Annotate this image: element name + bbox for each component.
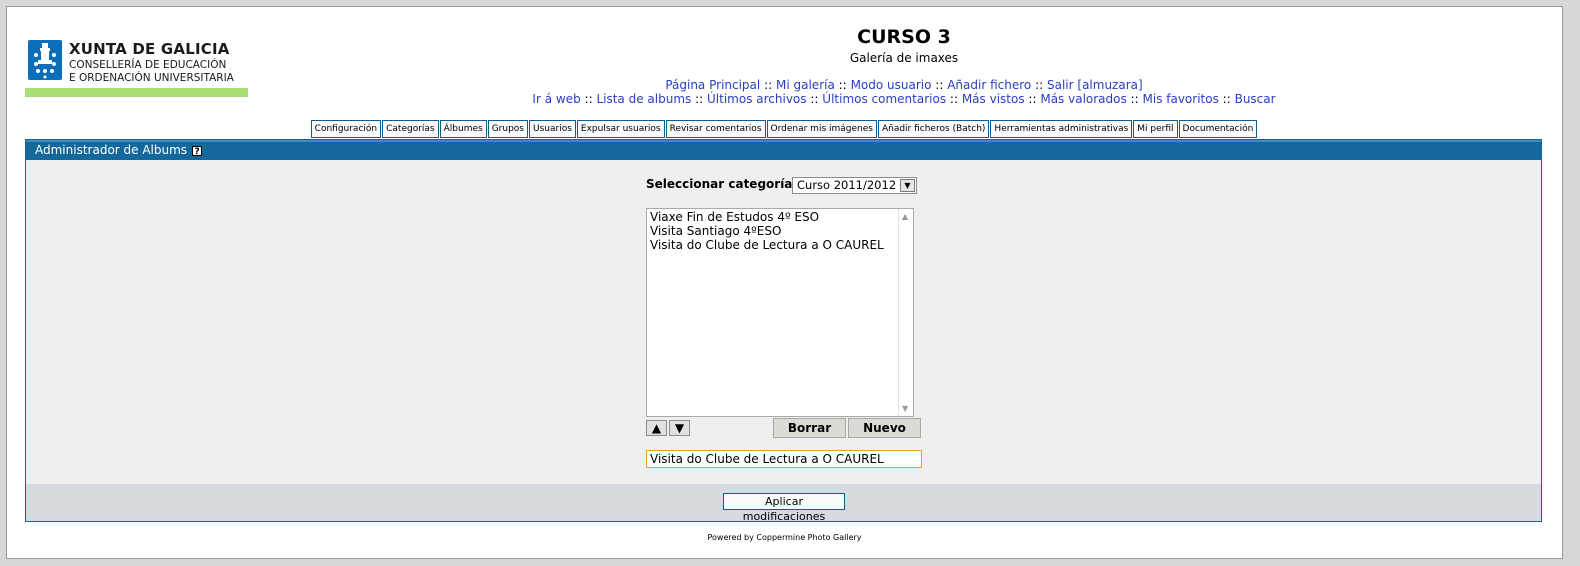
nav-link-last-comments[interactable]: Últimos comentarios <box>822 92 946 106</box>
admin-tab-my-profile[interactable]: Mi perfil <box>1133 120 1178 138</box>
album-listbox[interactable]: Viaxe Fin de Estudos 4º ESO Visita Santi… <box>646 208 914 417</box>
nav-separator: :: <box>1222 92 1231 106</box>
main-nav-row-1: Página Principal :: Mi galería :: Modo u… <box>307 78 1501 92</box>
admin-tab-config[interactable]: Configuración <box>310 120 382 138</box>
category-label: Seleccionar categoría <box>646 177 793 191</box>
admin-tab-admin-tools[interactable]: Herramientas administrativas <box>990 120 1133 138</box>
gallery-description: Galería de imaxes <box>849 51 959 65</box>
nav-link-home[interactable]: Página Principal <box>665 78 760 92</box>
logo-line-1: XUNTA DE GALICIA <box>69 40 230 58</box>
logo-line-2: CONSELLERÍA DE EDUCACIÓN <box>69 59 227 71</box>
move-down-button[interactable]: ▼ <box>669 420 690 436</box>
category-select[interactable]: Curso 2011/2012 ▼ <box>792 177 917 194</box>
album-name-input[interactable]: Visita do Clube de Lectura a O CAUREL <box>646 450 922 468</box>
galicia-shield-icon <box>28 40 62 80</box>
nav-separator: :: <box>1028 92 1037 106</box>
nav-separator: :: <box>764 78 773 92</box>
logo-underline <box>25 88 248 97</box>
admin-menu: Configuración Categorías Álbumes Grupos Usua… <box>7 120 1562 138</box>
album-list-item[interactable]: Visita Santiago 4ºESO <box>650 224 910 238</box>
album-manager-panel: Administrador de Albums? Seleccionar cat… <box>25 139 1542 523</box>
nav-link-my-gallery[interactable]: Mi galería <box>776 78 835 92</box>
category-select-value: Curso 2011/2012 <box>797 178 897 192</box>
scroll-down-icon[interactable]: ▼ <box>902 404 908 413</box>
nav-separator: :: <box>838 78 847 92</box>
panel-title: Administrador de Albums <box>35 143 188 157</box>
help-icon[interactable]: ? <box>192 145 203 157</box>
panel-header: Administrador de Albums? <box>26 140 1541 160</box>
admin-tab-groups[interactable]: Grupos <box>487 120 528 138</box>
move-up-button[interactable]: ▲ <box>646 420 667 436</box>
gallery-title: CURSO 3 <box>857 26 951 48</box>
admin-tab-docs[interactable]: Documentación <box>1178 120 1258 138</box>
nav-link-search[interactable]: Buscar <box>1235 92 1276 106</box>
nav-link-user-mode[interactable]: Modo usuario <box>851 78 932 92</box>
album-list-item[interactable]: Viaxe Fin de Estudos 4º ESO <box>650 210 910 224</box>
main-nav-row-2: Ir á web :: Lista de albums :: Últimos a… <box>307 92 1501 106</box>
album-list-item[interactable]: Visita do Clube de Lectura a O CAUREL <box>650 238 910 252</box>
nav-separator: :: <box>949 92 958 106</box>
scroll-up-icon[interactable]: ▲ <box>902 212 908 221</box>
admin-tab-users[interactable]: Usuarios <box>529 120 576 138</box>
delete-album-button[interactable]: Borrar <box>773 418 846 438</box>
panel-footer: Aplicar modificaciones <box>26 484 1541 523</box>
nav-separator: :: <box>810 92 819 106</box>
nav-link-last-uploads[interactable]: Últimos archivos <box>707 92 807 106</box>
admin-tab-batch-add[interactable]: Añadir ficheros (Batch) <box>877 120 990 138</box>
xunta-logo[interactable]: XUNTA DE GALICIA CONSELLERÍA DE EDUCACIÓ… <box>25 40 248 97</box>
nav-separator: :: <box>1130 92 1139 106</box>
nav-link-upload[interactable]: Añadir fichero <box>947 78 1031 92</box>
nav-separator: :: <box>935 78 944 92</box>
nav-link-most-viewed[interactable]: Más vistos <box>962 92 1025 106</box>
apply-changes-button[interactable]: Aplicar modificaciones <box>723 493 845 523</box>
nav-separator: :: <box>1035 78 1044 92</box>
nav-separator: :: <box>695 92 704 106</box>
nav-link-album-list[interactable]: Lista de albums <box>596 92 691 106</box>
nav-link-favorites[interactable]: Mis favoritos <box>1143 92 1219 106</box>
admin-tab-review-comments[interactable]: Revisar comentarios <box>665 120 766 138</box>
dropdown-arrow-icon[interactable]: ▼ <box>900 179 915 192</box>
admin-tab-ban-users[interactable]: Expulsar usuarios <box>576 120 665 138</box>
logo-line-3: E ORDENACIÓN UNIVERSITARIA <box>69 72 234 84</box>
nav-link-website[interactable]: Ir á web <box>532 92 580 106</box>
admin-tab-albums[interactable]: Álbumes <box>439 120 487 138</box>
nav-link-logout[interactable]: Salir [almuzara] <box>1047 78 1143 92</box>
powered-by: Powered by Coppermine Photo Gallery <box>707 533 862 542</box>
nav-link-top-rated[interactable]: Más valorados <box>1040 92 1126 106</box>
nav-separator: :: <box>584 92 593 106</box>
page: XUNTA DE GALICIA CONSELLERÍA DE EDUCACIÓ… <box>6 6 1563 559</box>
admin-tab-categories[interactable]: Categorías <box>382 120 439 138</box>
admin-tab-sort-pictures[interactable]: Ordenar mis imágenes <box>766 120 877 138</box>
listbox-scrollbar[interactable]: ▲ ▼ <box>898 209 913 416</box>
new-album-button[interactable]: Nuevo <box>848 418 921 438</box>
